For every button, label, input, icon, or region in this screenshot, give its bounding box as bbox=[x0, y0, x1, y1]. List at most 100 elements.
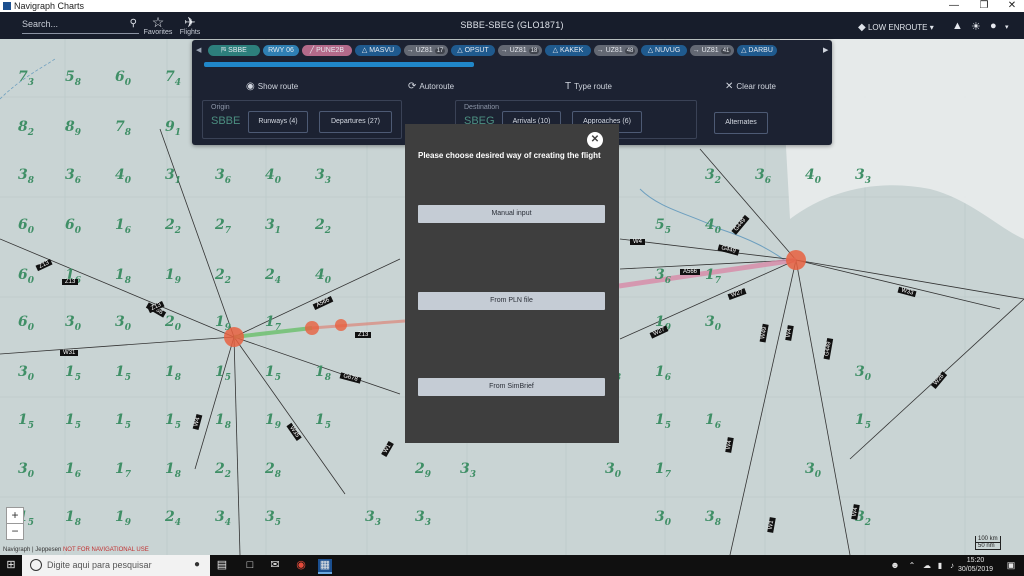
user-avatar-icon[interactable]: ● bbox=[990, 20, 997, 32]
chart-mode-selector[interactable]: ◆ LOW ENROUTE ▾ bbox=[858, 22, 934, 33]
grid-mora-value: 36 bbox=[755, 167, 772, 186]
grid-mora-value: 74 bbox=[165, 69, 182, 88]
grid-mora-value: 15 bbox=[18, 412, 35, 431]
route-item-uz81[interactable]: → UZ81 41 bbox=[690, 45, 734, 56]
people-icon[interactable]: ☻ bbox=[888, 559, 902, 572]
scroll-left-icon[interactable]: ◀ bbox=[196, 46, 201, 54]
type-route-button[interactable]: T Type route bbox=[565, 81, 612, 92]
notifications-icon[interactable]: ▣ bbox=[1004, 559, 1018, 572]
windows-start-icon[interactable]: ⊞ bbox=[4, 559, 18, 572]
zoom-out-button[interactable]: − bbox=[6, 523, 24, 540]
grid-mora-value: 31 bbox=[165, 167, 182, 186]
grid-mora-value: 22 bbox=[215, 461, 232, 480]
route-item-nuvug[interactable]: △ NUVUG bbox=[641, 45, 687, 56]
cloud-icon[interactable]: ☁ bbox=[920, 559, 934, 572]
grid-mora-value: 22 bbox=[215, 267, 232, 286]
grid-mora-value: 18 bbox=[215, 412, 232, 431]
grid-mora-value: 15 bbox=[165, 412, 182, 431]
map-attribution: Navigraph | Jeppesen NOT FOR NAVIGATIONA… bbox=[3, 547, 149, 553]
map-scale: 100 km 50 nm bbox=[975, 536, 1001, 550]
runways-button[interactable]: Runways (4) bbox=[248, 111, 308, 133]
grid-mora-value: 58 bbox=[65, 69, 82, 88]
grid-mora-value: 15 bbox=[855, 412, 872, 431]
chrome-icon[interactable]: ◉ bbox=[294, 559, 308, 572]
route-item-label: RWY 06 bbox=[268, 47, 294, 54]
search-input[interactable] bbox=[22, 18, 122, 30]
airway-segment-count: 18 bbox=[528, 48, 540, 54]
route-item-kakek[interactable]: △ KAKEK bbox=[545, 45, 591, 56]
zoom-in-button[interactable]: + bbox=[6, 507, 24, 524]
dialog-title: Please choose desired way of creating th… bbox=[418, 151, 601, 160]
route-item-pune2b[interactable]: ╱ PUNE2B bbox=[302, 45, 352, 56]
grid-mora-value: 17 bbox=[655, 461, 672, 480]
favorites-button[interactable]: ☆ Favorites bbox=[143, 15, 173, 36]
from-simbrief-button[interactable]: From SimBrief bbox=[418, 378, 605, 396]
scale-km: 100 km bbox=[975, 536, 1001, 543]
grid-mora-value: 30 bbox=[18, 364, 35, 383]
user-menu-chevron-icon[interactable]: ▾ bbox=[1005, 23, 1009, 31]
tray-chevron-icon[interactable]: ⌃ bbox=[905, 559, 919, 572]
route-item-uz81[interactable]: → UZ81 18 bbox=[498, 45, 542, 56]
route-progress-bar bbox=[204, 62, 474, 67]
windows-taskbar: ⊞ Digite aqui para pesquisar ● ▤ □ ✉ ◉ ▦… bbox=[0, 555, 1024, 576]
destination-label: Destination bbox=[464, 104, 500, 111]
grid-mora-value: 60 bbox=[18, 314, 35, 333]
grid-mora-value: 18 bbox=[165, 461, 182, 480]
clear-route-label: Clear route bbox=[736, 82, 776, 91]
grid-mora-value: 78 bbox=[115, 119, 132, 138]
grid-mora-value: 36 bbox=[215, 167, 232, 186]
maximize-button[interactable]: ❐ bbox=[970, 0, 998, 12]
grid-mora-value: 60 bbox=[18, 217, 35, 236]
airway-label: W31 bbox=[60, 350, 79, 356]
route-item-icon: → bbox=[406, 47, 416, 54]
from-pln-file-button[interactable]: From PLN file bbox=[418, 292, 605, 310]
route-item-uz81[interactable]: → UZ81 17 bbox=[404, 45, 448, 56]
chart-mode-label: LOW ENROUTE bbox=[867, 23, 928, 32]
grid-mora-value: 19 bbox=[165, 267, 182, 286]
departures-button[interactable]: Departures (27) bbox=[319, 111, 392, 133]
close-icon: ✕ bbox=[590, 134, 600, 145]
origin-value[interactable]: SBBE bbox=[211, 115, 240, 127]
window-title: Navigraph Charts bbox=[14, 1, 85, 11]
grid-mora-value: 73 bbox=[18, 69, 35, 88]
search-icon[interactable]: ⚲ bbox=[130, 18, 137, 29]
brightness-icon[interactable]: ☀ bbox=[971, 20, 981, 33]
aircraft-position-icon[interactable]: ▲ bbox=[952, 20, 963, 32]
flights-button[interactable]: ✈ Flights bbox=[176, 15, 204, 36]
airway-label: Z13 bbox=[355, 332, 372, 338]
alternates-button[interactable]: Alternates bbox=[714, 112, 768, 134]
grid-mora-value: 15 bbox=[115, 364, 132, 383]
grid-mora-value: 33 bbox=[415, 509, 432, 528]
navigraph-taskbar-icon[interactable]: ▦ bbox=[318, 559, 332, 574]
grid-mora-value: 89 bbox=[65, 119, 82, 138]
route-item-darbu[interactable]: △ DARBU bbox=[737, 45, 777, 56]
route-item-label: UZ81 bbox=[415, 47, 433, 54]
route-item-sbbe[interactable]: ⛿ SBBE bbox=[208, 45, 260, 56]
window-title-bar: Navigraph Charts — ❐ ✕ bbox=[0, 0, 1024, 12]
taskbar-search[interactable]: Digite aqui para pesquisar ● bbox=[22, 555, 210, 576]
route-item-uz81[interactable]: → UZ81 48 bbox=[594, 45, 638, 56]
show-route-button[interactable]: ◉ Show route bbox=[246, 81, 298, 92]
grid-mora-value: 19 bbox=[265, 412, 282, 431]
grid-mora-value: 30 bbox=[705, 314, 722, 333]
scroll-right-icon[interactable]: ▶ bbox=[823, 46, 828, 54]
clear-route-button[interactable]: ✕ Clear route bbox=[725, 81, 776, 92]
grid-mora-value: 18 bbox=[115, 267, 132, 286]
minimize-button[interactable]: — bbox=[940, 0, 968, 12]
route-item-masvu[interactable]: △ MASVU bbox=[355, 45, 401, 56]
microphone-icon[interactable]: ● bbox=[194, 559, 200, 570]
task-view-icon[interactable]: ▤ bbox=[215, 559, 229, 572]
file-explorer-icon[interactable]: □ bbox=[243, 559, 257, 572]
route-item-opsut[interactable]: △ OPSUT bbox=[451, 45, 495, 56]
route-item-rwy-06[interactable]: RWY 06 bbox=[263, 45, 299, 56]
route-item-label: DARBU bbox=[748, 47, 773, 54]
show-route-label: Show route bbox=[257, 82, 299, 91]
clock-date: 30/05/2019 bbox=[958, 566, 994, 573]
mail-icon[interactable]: ✉ bbox=[268, 559, 282, 572]
autoroute-button[interactable]: ⟳ Autoroute bbox=[408, 81, 454, 92]
close-dialog-button[interactable]: ✕ bbox=[587, 132, 603, 148]
speaker-icon[interactable]: ♪ bbox=[945, 559, 959, 572]
manual-input-button[interactable]: Manual input bbox=[418, 205, 605, 223]
system-clock[interactable]: 15:20 30/05/2019 bbox=[958, 556, 993, 574]
close-window-button[interactable]: ✕ bbox=[998, 0, 1024, 12]
